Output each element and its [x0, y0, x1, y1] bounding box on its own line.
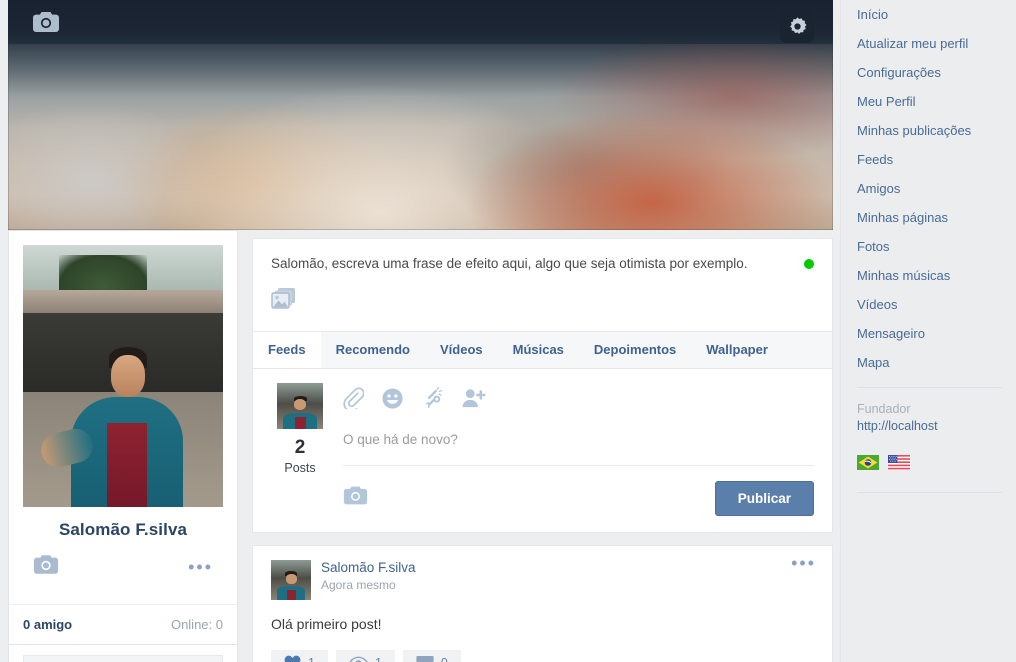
friends-count: 0 amigo — [23, 617, 73, 632]
profile-camera-icon[interactable] — [33, 554, 59, 580]
composer-avatar[interactable] — [277, 382, 323, 429]
comment-count: 0 — [441, 656, 448, 662]
composer-body: Publicar — [333, 383, 814, 516]
status-images-icon[interactable] — [253, 274, 832, 331]
sidebar-item-meu-perfil[interactable]: Meu Perfil — [857, 87, 1016, 116]
profile-photo[interactable] — [23, 245, 223, 507]
post-item: ••• Salomão F.silva Agora mesmo Olá prim… — [252, 544, 833, 662]
sidebar-item-configuracoes[interactable]: Configurações — [857, 58, 1016, 87]
views-count: 1 — [375, 656, 382, 662]
friends-bar: 0 amigo Online: 0 — [8, 604, 238, 645]
posts-count: 2 — [294, 436, 306, 458]
post-timestamp: Agora mesmo — [321, 577, 396, 592]
add-person-icon[interactable] — [461, 387, 486, 410]
main-content: Salomão F.silva ••• 0 amigo Online: 0 Sa… — [0, 0, 840, 662]
views-indicator[interactable]: 1 — [335, 649, 395, 662]
create-page-button[interactable]: Criar minha página — [23, 655, 223, 662]
profile-sidebar-column: Salomão F.silva ••• 0 amigo Online: 0 — [8, 230, 238, 662]
online-count: Online: 0 — [170, 617, 223, 632]
sidebar-item-mensageiro[interactable]: Mensageiro — [857, 319, 1016, 348]
founder-url-link[interactable]: http://localhost — [857, 419, 1016, 433]
post-avatar[interactable] — [271, 559, 311, 600]
tab-feeds[interactable]: Feeds — [253, 331, 321, 368]
tab-videos[interactable]: Vídeos — [425, 332, 498, 368]
post-author[interactable]: Salomão F.silva — [321, 560, 416, 575]
sidebar-item-inicio[interactable]: Início — [857, 0, 1016, 29]
create-page-section: Criar minha página — [8, 645, 238, 662]
profile-page: Salomão F.silva ••• 0 amigo Online: 0 Sa… — [0, 0, 1016, 662]
sidebar-item-feeds[interactable]: Feeds — [857, 145, 1016, 174]
sidebar-item-minhas-publicacoes[interactable]: Minhas publicações — [857, 116, 1016, 145]
post-more-menu[interactable]: ••• — [791, 554, 816, 572]
language-flags — [857, 433, 1016, 470]
settings-button[interactable] — [780, 9, 814, 43]
sidebar-item-fotos[interactable]: Fotos — [857, 232, 1016, 261]
profile-card: Salomão F.silva ••• — [8, 230, 238, 604]
flag-usa-icon[interactable] — [888, 455, 910, 470]
post-body: Olá primeiro post! — [271, 615, 382, 632]
online-status-dot — [804, 259, 814, 269]
profile-name: Salomão F.silva — [58, 520, 188, 539]
right-sidebar: Início Atualizar meu perfil Configuraçõe… — [840, 0, 1016, 662]
profile-tabs: Feeds Recomendo Vídeos Músicas Depoiment… — [253, 330, 832, 368]
sidebar-item-minhas-musicas[interactable]: Minhas músicas — [857, 261, 1016, 290]
tab-musicas[interactable]: Músicas — [498, 332, 579, 368]
composer-input[interactable] — [343, 409, 814, 465]
paperclip-icon[interactable] — [343, 387, 365, 413]
tab-recomendo[interactable]: Recomendo — [321, 332, 425, 368]
cover-photo-area — [8, 0, 833, 230]
status-card: Salomão, escreva uma frase de efeito aqu… — [252, 238, 833, 369]
profile-actions: ••• — [23, 540, 223, 604]
post-header: Salomão F.silva Agora mesmo — [271, 559, 814, 600]
scissors-icon[interactable] — [421, 386, 444, 410]
eye-icon — [349, 656, 368, 662]
flag-brazil-icon[interactable] — [857, 455, 879, 470]
sidebar-item-atualizar-perfil[interactable]: Atualizar meu perfil — [857, 29, 1016, 58]
sidebar-item-amigos[interactable]: Amigos — [857, 174, 1016, 203]
post-reactions: 1 1 0 — [271, 649, 814, 662]
like-button[interactable]: 1 — [271, 649, 328, 662]
smiley-icon[interactable] — [381, 387, 404, 410]
sidebar-item-mapa[interactable]: Mapa — [857, 348, 1016, 377]
posts-label: Posts — [284, 460, 316, 475]
sidebar-item-videos[interactable]: Vídeos — [857, 290, 1016, 319]
status-text: Salomão, escreva uma frase de efeito aqu… — [271, 256, 748, 271]
cover-top-band — [8, 0, 833, 44]
gear-icon — [789, 16, 807, 34]
composer-footer: Publicar — [343, 466, 814, 516]
sidebar-item-minhas-paginas[interactable]: Minhas páginas — [857, 203, 1016, 232]
post-composer: 2 Posts O que há de novo? Publicar — [252, 368, 833, 533]
comment-button[interactable]: 0 — [402, 649, 461, 662]
like-count: 1 — [308, 656, 315, 662]
composer-camera-icon[interactable] — [343, 485, 368, 511]
status-row: Salomão, escreva uma frase de efeito aqu… — [253, 239, 832, 274]
comment-icon — [416, 655, 434, 662]
cover-camera-icon[interactable] — [32, 11, 60, 33]
composer-icon-bar — [343, 383, 814, 413]
composer-user-info: 2 Posts — [267, 382, 333, 516]
feed-column: Salomão, escreva uma frase de efeito aqu… — [252, 238, 833, 662]
publish-button[interactable]: Publicar — [714, 480, 814, 516]
founder-label: Fundador — [857, 402, 911, 416]
heart-icon — [284, 656, 301, 662]
tab-depoimentos[interactable]: Depoimentos — [579, 332, 691, 368]
profile-more-menu[interactable]: ••• — [188, 558, 213, 576]
tab-wallpaper[interactable]: Wallpaper — [691, 332, 783, 368]
sidebar-divider-bottom — [857, 492, 1002, 493]
